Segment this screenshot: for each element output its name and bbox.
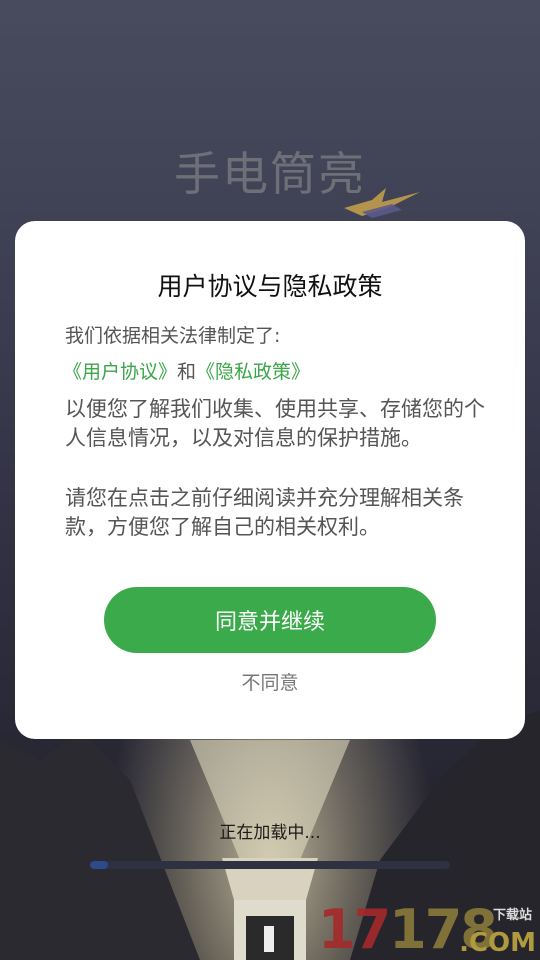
dialog-paragraph-1: 以便您了解我们收集、使用共享、存储您的个人信息情况，以及对信息的保护措施。 xyxy=(65,397,485,450)
dialog-intro-text: 我们依据相关法律制定了: xyxy=(65,325,281,347)
disagree-button[interactable]: 不同意 xyxy=(15,668,525,695)
user-agreement-link[interactable]: 《用户协议》 xyxy=(63,361,177,383)
links-and-text: 和 xyxy=(177,361,197,383)
dialog-paragraph-2: 请您在点击之前仔细阅读并充分理解相关条款，方便您了解自己的相关权利。 xyxy=(65,486,464,539)
privacy-dialog: 用户协议与隐私政策 我们依据相关法律制定了: 《用户协议》和《隐私政策》 以便您… xyxy=(15,221,525,739)
dialog-title: 用户协议与隐私政策 xyxy=(157,272,383,301)
privacy-policy-link[interactable]: 《隐私政策》 xyxy=(196,361,310,383)
agreement-links: 《用户协议》和《隐私政策》 xyxy=(63,357,310,384)
agree-and-continue-button[interactable]: 同意并继续 xyxy=(104,587,436,653)
